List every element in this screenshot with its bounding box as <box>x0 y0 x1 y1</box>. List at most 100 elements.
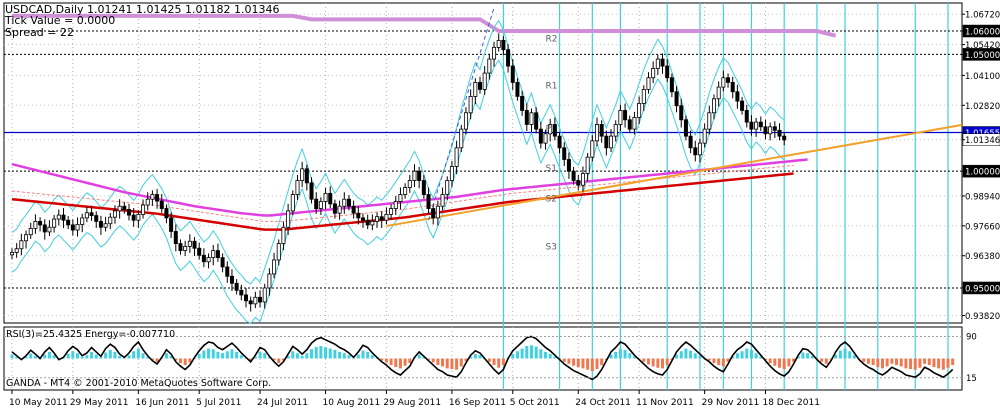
candle-body[interactable] <box>9 252 14 256</box>
candle-body[interactable] <box>375 216 380 222</box>
candle-body[interactable] <box>735 91 740 102</box>
candle-body[interactable] <box>243 294 248 302</box>
candle-body[interactable] <box>47 226 52 233</box>
candle-body[interactable] <box>393 201 398 209</box>
candle-body[interactable] <box>585 156 590 174</box>
candle-body[interactable] <box>716 86 721 100</box>
candle-body[interactable] <box>590 140 595 158</box>
candle-body[interactable] <box>524 110 529 125</box>
candle-body[interactable] <box>754 121 759 130</box>
candle-body[interactable] <box>346 198 351 207</box>
candle-body[interactable] <box>758 121 763 128</box>
candle-body[interactable] <box>108 216 113 225</box>
candle-body[interactable] <box>173 231 178 244</box>
candle-body[interactable] <box>777 129 782 137</box>
candle-body[interactable] <box>169 217 174 232</box>
candle-body[interactable] <box>253 296 258 305</box>
candle-body[interactable] <box>356 212 361 219</box>
candle-body[interactable] <box>33 220 38 229</box>
candle-body[interactable] <box>618 110 623 125</box>
candle-body[interactable] <box>122 205 127 210</box>
candle-body[interactable] <box>683 119 688 137</box>
candle-body[interactable] <box>304 168 309 184</box>
candle-body[interactable] <box>155 194 160 202</box>
candle-body[interactable] <box>477 82 482 90</box>
candle-body[interactable] <box>431 208 436 219</box>
candle-body[interactable] <box>552 124 557 137</box>
candle-body[interactable] <box>14 248 19 253</box>
candle-body[interactable] <box>454 147 459 167</box>
candle-body[interactable] <box>421 180 426 195</box>
main-plot-area[interactable] <box>3 2 963 324</box>
candle-body[interactable] <box>440 194 445 207</box>
candle-body[interactable] <box>215 250 220 258</box>
candle-body[interactable] <box>258 296 263 303</box>
candle-body[interactable] <box>627 119 632 130</box>
candle-body[interactable] <box>248 300 253 305</box>
candle-body[interactable] <box>66 219 71 226</box>
candle-body[interactable] <box>365 219 370 226</box>
candle-body[interactable] <box>281 226 286 244</box>
candle-body[interactable] <box>492 46 497 60</box>
candle-body[interactable] <box>623 110 628 121</box>
candle-body[interactable] <box>674 91 679 107</box>
candle-body[interactable] <box>117 205 122 212</box>
candle-body[interactable] <box>506 49 511 67</box>
candle-body[interactable] <box>42 224 47 233</box>
candle-body[interactable] <box>595 124 600 142</box>
candle-body[interactable] <box>660 58 665 67</box>
candle-body[interactable] <box>435 205 440 219</box>
price-chart[interactable]: R2R1PS1S2S31.067201.060001.054201.050001… <box>0 0 1000 410</box>
candle-body[interactable] <box>229 275 234 284</box>
candle-body[interactable] <box>225 266 230 277</box>
candle-body[interactable] <box>56 214 61 220</box>
candle-body[interactable] <box>604 135 609 149</box>
candle-body[interactable] <box>749 121 754 130</box>
candle-body[interactable] <box>712 98 717 114</box>
candle-body[interactable] <box>529 112 534 125</box>
candle-body[interactable] <box>220 257 225 268</box>
candle-body[interactable] <box>159 200 164 209</box>
candle-body[interactable] <box>459 128 464 149</box>
candle-body[interactable] <box>651 68 656 79</box>
candle-body[interactable] <box>98 220 103 228</box>
candle-body[interactable] <box>688 135 693 149</box>
candle-body[interactable] <box>566 159 571 172</box>
candle-body[interactable] <box>52 218 57 228</box>
candle-body[interactable] <box>468 96 473 114</box>
candle-body[interactable] <box>515 82 520 97</box>
candle-body[interactable] <box>482 72 487 90</box>
candle-body[interactable] <box>655 58 660 69</box>
candle-body[interactable] <box>398 194 403 202</box>
candle-body[interactable] <box>763 126 768 135</box>
candle-body[interactable] <box>276 243 281 261</box>
candle-body[interactable] <box>150 194 155 200</box>
candle-body[interactable] <box>697 142 702 156</box>
candle-body[interactable] <box>192 240 197 249</box>
candle-body[interactable] <box>538 128 543 144</box>
candle-body[interactable] <box>646 77 651 90</box>
candle-body[interactable] <box>127 209 132 216</box>
candle-body[interactable] <box>239 289 244 296</box>
candle-body[interactable] <box>417 170 422 181</box>
candle-body[interactable] <box>370 220 375 226</box>
candle-body[interactable] <box>337 205 342 214</box>
candle-body[interactable] <box>501 39 506 51</box>
candle-body[interactable] <box>772 126 777 131</box>
candle-body[interactable] <box>197 247 202 256</box>
candle-body[interactable] <box>28 228 33 236</box>
candle-body[interactable] <box>403 187 408 195</box>
candle-body[interactable] <box>726 77 731 83</box>
candle-body[interactable] <box>744 110 749 123</box>
candle-body[interactable] <box>187 240 192 247</box>
candle-body[interactable] <box>136 213 141 221</box>
candle-body[interactable] <box>637 103 642 118</box>
candle-body[interactable] <box>463 112 468 130</box>
candle-body[interactable] <box>234 282 239 291</box>
candle-body[interactable] <box>580 173 585 186</box>
candle-body[interactable] <box>309 182 314 200</box>
candle-body[interactable] <box>571 170 576 181</box>
candle-body[interactable] <box>178 243 183 251</box>
candle-body[interactable] <box>389 208 394 215</box>
candle-body[interactable] <box>669 77 674 93</box>
